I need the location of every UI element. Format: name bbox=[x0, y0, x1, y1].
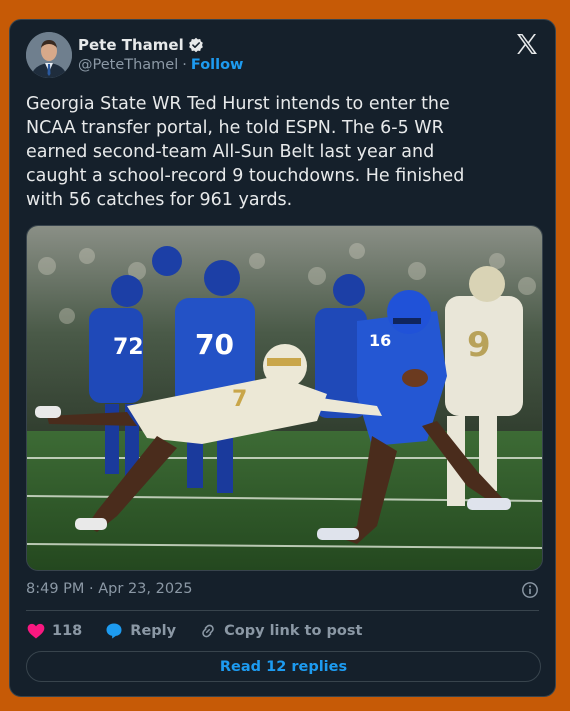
football-photo: 72 70 9 16 7 bbox=[27, 226, 542, 570]
like-button[interactable]: 118 bbox=[26, 621, 82, 641]
svg-text:16: 16 bbox=[369, 331, 391, 350]
copy-link-label: Copy link to post bbox=[224, 623, 363, 639]
heart-icon bbox=[27, 623, 45, 639]
divider bbox=[26, 610, 539, 611]
reply-bubble-icon bbox=[106, 623, 122, 639]
info-icon[interactable] bbox=[521, 581, 539, 599]
tweet-timestamp[interactable]: 8:49 PM · Apr 23, 2025 bbox=[26, 581, 193, 597]
reply-label: Reply bbox=[130, 623, 177, 639]
svg-text:72: 72 bbox=[113, 335, 144, 360]
svg-text:7: 7 bbox=[232, 387, 247, 412]
avatar[interactable] bbox=[26, 32, 72, 78]
follow-button[interactable]: Follow bbox=[191, 57, 244, 73]
reply-button[interactable]: Reply bbox=[104, 621, 176, 641]
author-name-row: Pete Thamel bbox=[78, 36, 204, 54]
separator-dot: · bbox=[182, 57, 187, 73]
like-count: 118 bbox=[52, 623, 83, 639]
handle-row: @PeteThamel · Follow bbox=[78, 57, 243, 73]
tweet-text: Georgia State WR Ted Hurst intends to en… bbox=[26, 94, 465, 210]
tweet-photo[interactable]: 72 70 9 16 7 bbox=[26, 225, 543, 571]
svg-text:9: 9 bbox=[467, 325, 491, 365]
x-logo-icon[interactable] bbox=[515, 32, 539, 56]
svg-text:70: 70 bbox=[195, 328, 234, 361]
read-replies-button[interactable]: Read 12 replies bbox=[26, 651, 541, 682]
copy-link-button[interactable]: Copy link to post bbox=[198, 621, 362, 641]
author-handle[interactable]: @PeteThamel bbox=[78, 57, 178, 73]
verified-badge-icon bbox=[188, 37, 203, 53]
action-bar: 118 Reply Copy link to post bbox=[26, 621, 384, 641]
author-name[interactable]: Pete Thamel bbox=[78, 36, 184, 54]
link-icon bbox=[202, 624, 214, 638]
tweet-card: Pete Thamel @PeteThamel · Follow Georgia… bbox=[9, 19, 556, 697]
